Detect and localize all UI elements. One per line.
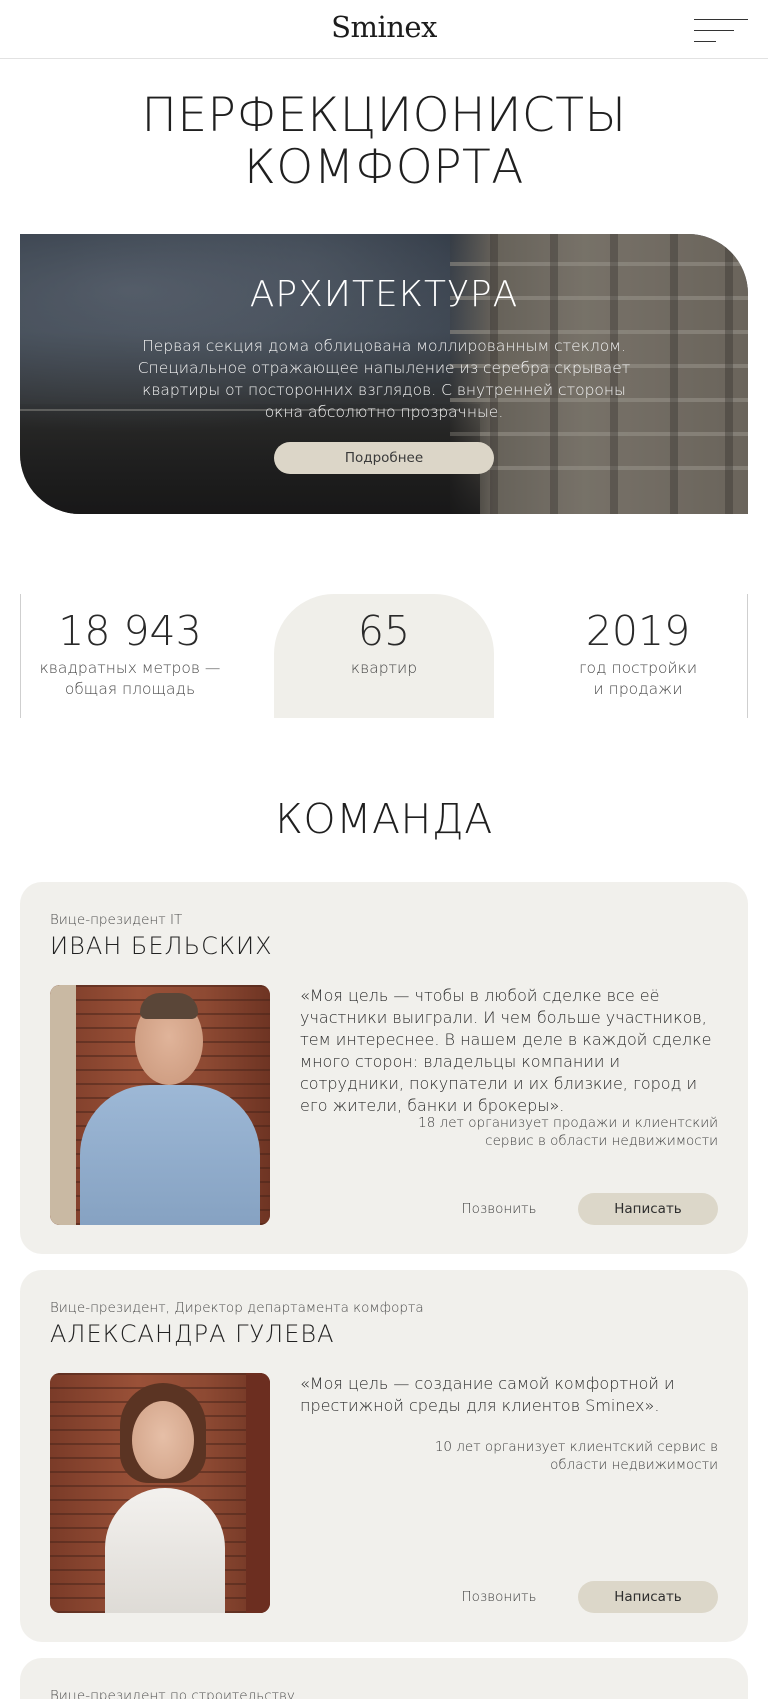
page-title: ПЕРФЕКЦИОНИСТЫ КОМФОРТА bbox=[0, 90, 768, 194]
architecture-description: Первая секция дома облицована моллирован… bbox=[137, 337, 631, 421]
more-button[interactable]: Подробнее bbox=[274, 442, 494, 474]
stat-label: квартир bbox=[350, 659, 418, 677]
stat-value: 18 943 bbox=[58, 607, 202, 655]
site-header: Sminex bbox=[0, 0, 768, 59]
page-title-line1: ПЕРФЕКЦИОНИСТЫ bbox=[141, 88, 627, 143]
member-name: АЛЕКСАНДРА ГУЛЕВА bbox=[50, 1320, 335, 1348]
team-member-card: Вице-президент, Директор департамента ко… bbox=[20, 1270, 748, 1642]
stat-year: 2019 год постройки и продажи bbox=[528, 606, 748, 700]
stat-value: 2019 bbox=[585, 607, 691, 655]
member-role: Вице-президент, Директор департамента ко… bbox=[50, 1300, 424, 1316]
stat-area: 18 943 квадратных метров — общая площадь bbox=[20, 606, 240, 700]
page-title-line2: КОМФОРТА bbox=[244, 140, 524, 195]
stat-apartments: 65 квартир bbox=[274, 606, 494, 679]
call-button[interactable]: Позвонить bbox=[439, 1581, 559, 1613]
write-button[interactable]: Написать bbox=[578, 1193, 718, 1225]
write-button[interactable]: Написать bbox=[578, 1581, 718, 1613]
call-button[interactable]: Позвонить bbox=[439, 1193, 559, 1225]
member-experience: 18 лет организует продажи и клиентский с… bbox=[418, 1115, 718, 1149]
stat-label: год постройки и продажи bbox=[578, 659, 698, 698]
member-experience: 10 лет организует клиентский сервис в об… bbox=[434, 1439, 718, 1473]
team-member-card: Вице-президент IT ИВАН БЕЛЬСКИХ «Моя цел… bbox=[20, 882, 748, 1254]
member-photo bbox=[50, 985, 270, 1225]
member-role: Вице-президент IT bbox=[50, 912, 183, 928]
team-title: КОМАНДА bbox=[275, 795, 493, 843]
member-quote: «Моя цель — чтобы в любой сделке все её … bbox=[300, 986, 712, 1115]
member-name: ИВАН БЕЛЬСКИХ bbox=[50, 932, 273, 960]
stats-section: 18 943 квадратных метров — общая площадь… bbox=[20, 594, 748, 718]
stat-label: квадратных метров — общая площадь bbox=[39, 659, 221, 698]
stat-value: 65 bbox=[357, 607, 411, 655]
member-role: Вице-президент по строительству bbox=[50, 1688, 295, 1699]
team-member-card: Вице-президент по строительству bbox=[20, 1658, 748, 1699]
member-quote: «Моя цель — создание самой комфортной и … bbox=[300, 1374, 675, 1415]
architecture-title: АРХИТЕКТУРА bbox=[249, 274, 519, 315]
member-photo bbox=[50, 1373, 270, 1613]
menu-icon[interactable] bbox=[694, 19, 748, 43]
architecture-banner: АРХИТЕКТУРА Первая секция дома облицован… bbox=[20, 234, 748, 514]
sminex-logo[interactable]: Sminex bbox=[0, 10, 768, 44]
